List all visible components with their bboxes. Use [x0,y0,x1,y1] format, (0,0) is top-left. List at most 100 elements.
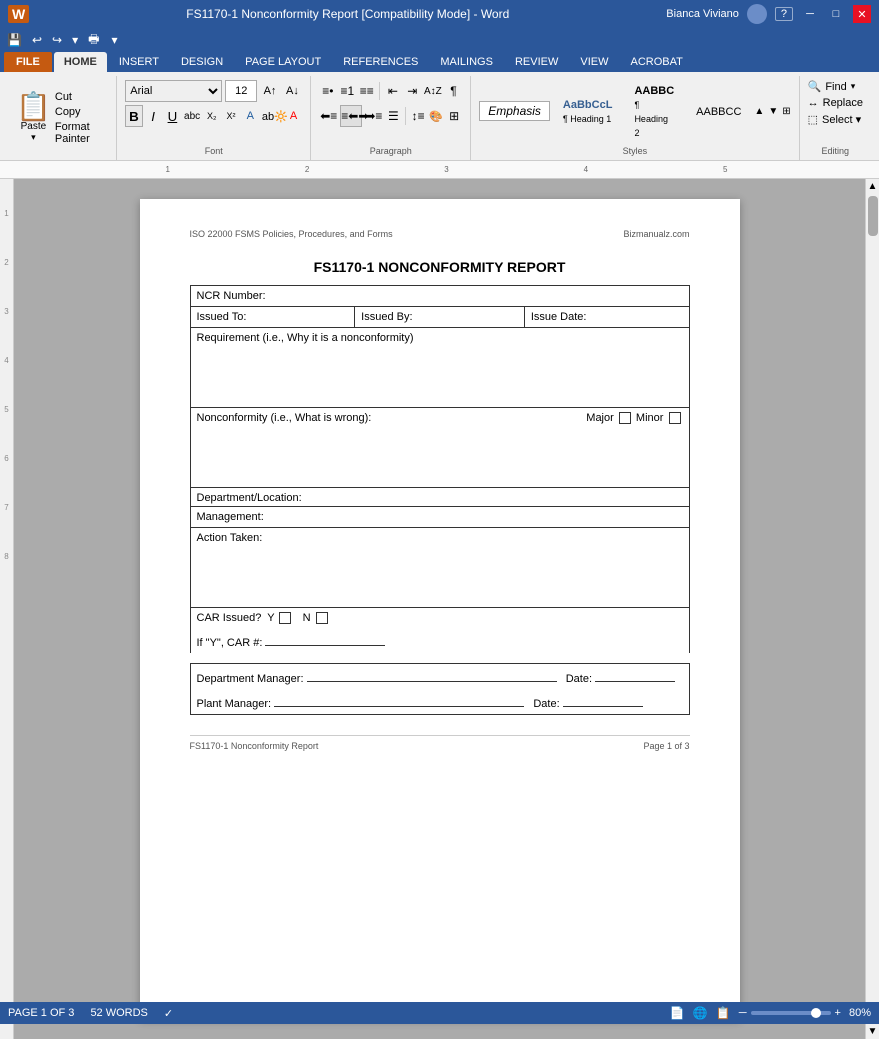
paragraph-label: Paragraph [319,146,462,156]
paste-button-group[interactable]: 📋 Paste ▾ [16,93,51,143]
title-bar-title: FS1170-1 Nonconformity Report [Compatibi… [29,7,666,21]
style-emphasis[interactable]: Emphasis [479,101,550,121]
status-left: PAGE 1 OF 3 52 WORDS ✓ [8,1007,173,1020]
table-row-requirement: Requirement (i.e., Why it is a nonconfor… [190,328,689,408]
tab-insert[interactable]: INSERT [109,52,169,72]
styles-scroll-up[interactable]: ▲ [754,106,764,117]
font-size-input[interactable] [225,80,257,102]
major-checkbox[interactable] [619,412,631,424]
zoom-in-button[interactable]: + [835,1007,841,1019]
table-row-ncr: NCR Number: [190,286,689,307]
tab-review[interactable]: REVIEW [505,52,568,72]
sort-button[interactable]: A↕Z [423,80,443,102]
save-icon[interactable]: 💾 [4,31,25,49]
car-number-field[interactable] [265,632,385,646]
font-shrink-button[interactable]: A↓ [283,81,302,101]
car-n-checkbox[interactable] [316,612,328,624]
align-left-button[interactable]: ⬅≡ [319,105,338,127]
car-number-label: If "Y", CAR #: [197,637,263,649]
proofing-icon[interactable]: ✓ [164,1007,173,1020]
car-y-label: Y [267,612,274,624]
tab-acrobat[interactable]: ACROBAT [620,52,692,72]
document-footer: FS1170-1 Nonconformity Report Page 1 of … [190,735,690,751]
strikethrough-button[interactable]: abc [183,105,201,127]
styles-expand[interactable]: ⊞ [782,106,790,117]
copy-button[interactable]: Copy [55,106,108,118]
increase-indent-button[interactable]: ⇥ [404,80,421,102]
dept-manager-field[interactable] [307,668,557,682]
view-print-button[interactable]: 📄 [670,1006,685,1020]
italic-button[interactable]: I [145,105,162,127]
zoom-out-button[interactable]: ─ [739,1007,747,1019]
vertical-scrollbar[interactable]: ▲ ▼ [865,179,879,1039]
borders-button[interactable]: ⊞ [446,105,462,127]
maximize-button[interactable]: □ [827,5,845,23]
minimize-button[interactable]: ─ [801,5,819,23]
scroll-thumb[interactable] [868,196,878,236]
format-painter-button[interactable]: Format Painter [55,121,108,145]
tab-home[interactable]: HOME [54,52,107,72]
tab-references[interactable]: REFERENCES [333,52,428,72]
numbering-button[interactable]: ≡1 [339,80,356,102]
zoom-slider-thumb[interactable] [811,1008,821,1018]
select-button[interactable]: ⬚ Select ▾ [808,113,863,126]
line-spacing-button[interactable]: ↕≡ [410,105,426,127]
undo-icon[interactable]: ↩ [29,31,45,49]
dept-manager-date-field[interactable] [595,668,675,682]
style-heading2[interactable]: AABBC ¶ Heading 2 [625,80,683,142]
tab-file[interactable]: FILE [4,52,52,72]
superscript-button[interactable]: X² [222,105,239,127]
paste-dropdown-icon[interactable]: ▾ [31,132,36,143]
underline-button[interactable]: U [164,105,181,127]
scroll-down-button[interactable]: ▼ [868,1026,878,1037]
highlight-button[interactable]: ab🔆 [261,105,283,127]
align-right-button[interactable]: ➡≡ [364,105,383,127]
font-label: Font [125,146,302,156]
car-y-checkbox[interactable] [279,612,291,624]
multilevel-list-button[interactable]: ≡≡ [358,80,375,102]
plant-manager-field[interactable] [274,693,524,707]
subscript-button[interactable]: X₂ [203,105,220,127]
plant-manager-date-field[interactable] [563,693,643,707]
ncr-number-label: NCR Number: [197,290,266,302]
document-page[interactable]: ISO 22000 FSMS Policies, Procedures, and… [140,199,740,1019]
qat-dropdown-icon[interactable]: ▾ [69,31,81,49]
table-row-signatures: Department Manager: Date: [190,663,689,689]
find-button[interactable]: 🔍 Find ▾ [808,80,863,93]
tab-page-layout[interactable]: PAGE LAYOUT [235,52,331,72]
minor-checkbox[interactable] [669,412,681,424]
align-center-button[interactable]: ≡⬅➡ [340,105,362,127]
redo-icon[interactable]: ↪ [49,31,65,49]
table-row-nonconformity: Nonconformity (i.e., What is wrong): Maj… [190,408,689,488]
font-color-button[interactable]: A [285,105,302,127]
zoom-slider-track[interactable] [751,1011,831,1015]
cut-button[interactable]: Cut [55,91,108,103]
show-formatting-button[interactable]: ¶ [445,80,462,102]
style-heading1[interactable]: AaBbCcL ¶ Heading 1 [554,94,622,128]
heading1-label: ¶ Heading 1 [563,114,611,124]
close-button[interactable]: ✕ [853,5,871,23]
style-normal[interactable]: AABBCC [687,101,750,121]
print-preview-icon[interactable]: 🖶 [85,28,102,53]
ruler-mark-1: 1 [165,165,169,174]
shading-button[interactable]: 🎨 [428,105,444,127]
tab-mailings[interactable]: MAILINGS [430,52,503,72]
decrease-indent-button[interactable]: ⇤ [384,80,401,102]
styles-scroll-down[interactable]: ▼ [768,106,778,117]
bold-button[interactable]: B [125,105,142,127]
text-effects-button[interactable]: A [242,105,259,127]
view-web-button[interactable]: 🌐 [693,1006,708,1020]
nonconformity-label: Nonconformity (i.e., What is wrong): [197,412,372,424]
font-family-select[interactable]: Arial [125,80,222,102]
scroll-up-button[interactable]: ▲ [868,181,878,192]
font-grow-button[interactable]: A↑ [260,81,279,101]
help-button[interactable]: ? [775,7,793,21]
justify-button[interactable]: ☰ [385,105,401,127]
bullets-button[interactable]: ≡• [319,80,336,102]
tab-design[interactable]: DESIGN [171,52,233,72]
tab-view[interactable]: VIEW [570,52,618,72]
customize-qat-icon[interactable]: ▾ [108,31,120,49]
view-outline-button[interactable]: 📋 [716,1006,731,1020]
zoom-level[interactable]: 80% [849,1007,871,1019]
replace-button[interactable]: ↔ Replace [808,97,863,109]
